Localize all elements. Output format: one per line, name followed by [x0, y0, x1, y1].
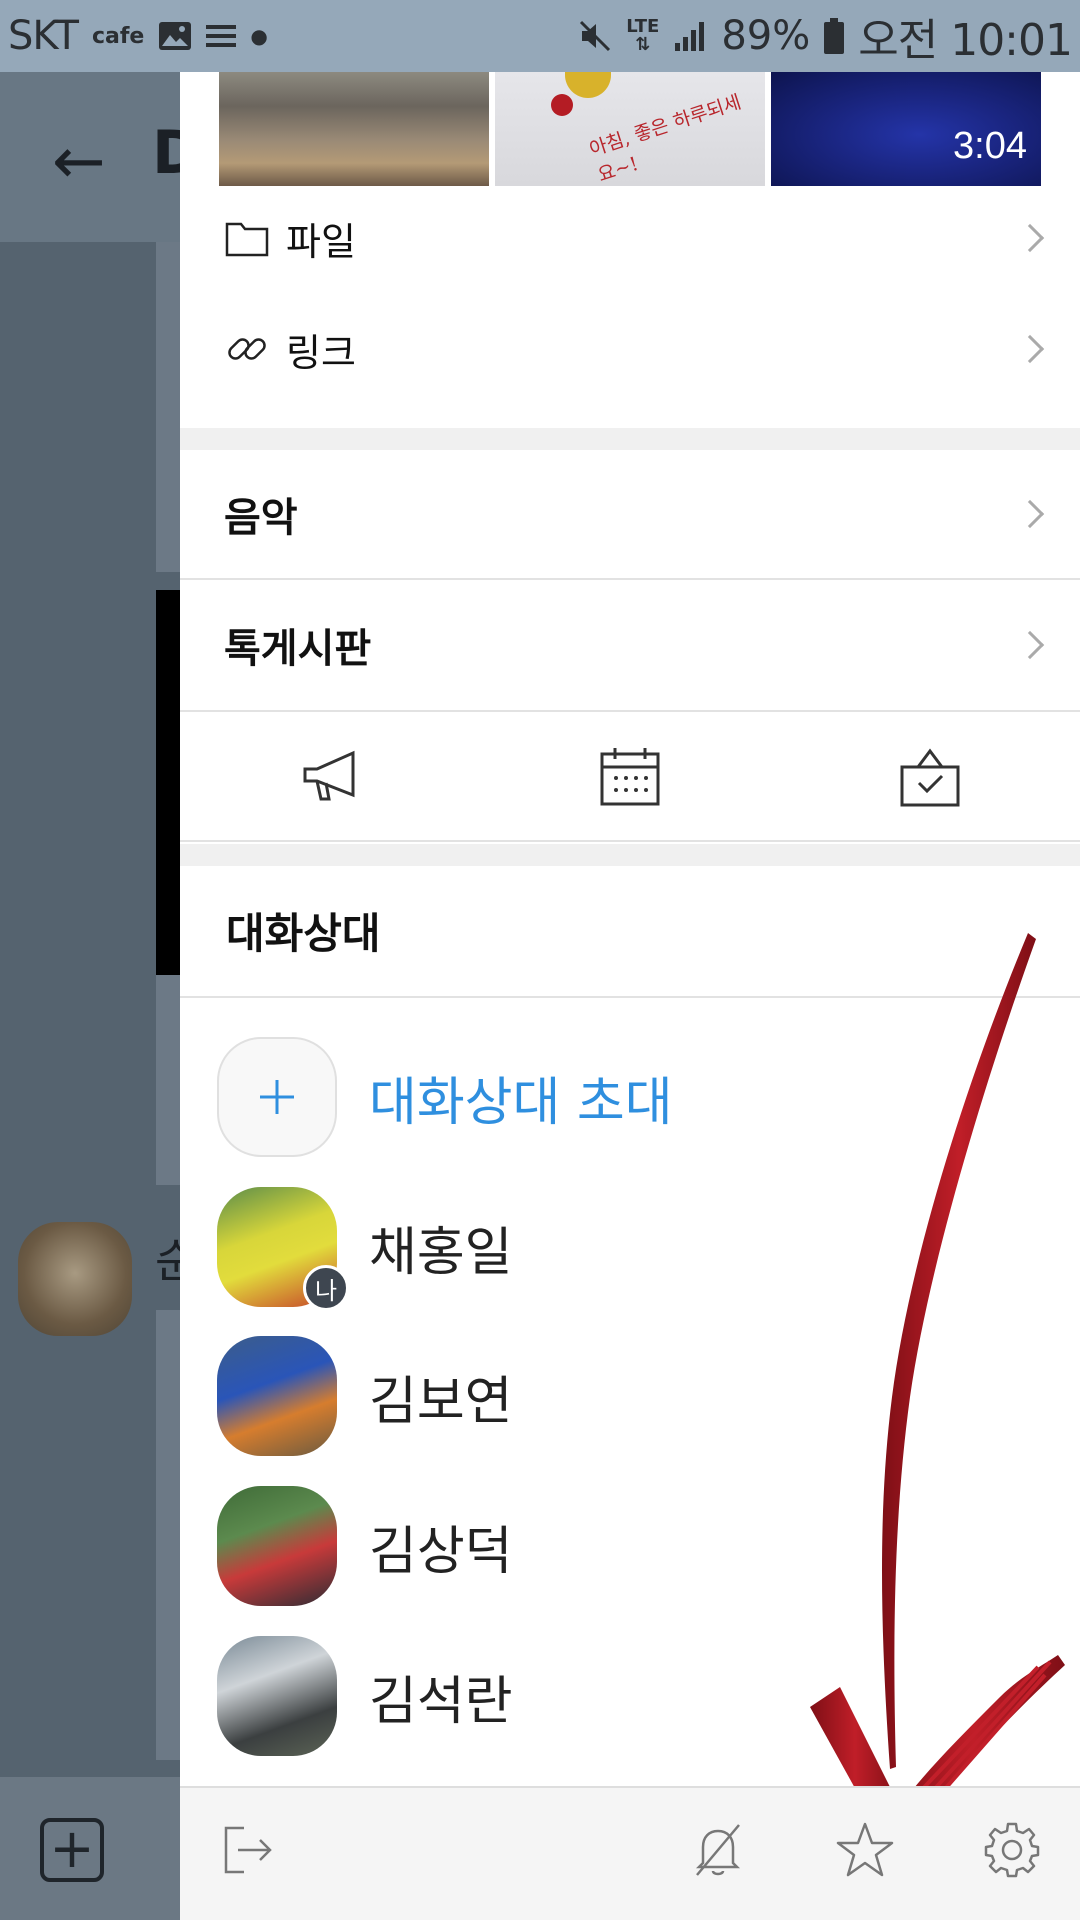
member-name: 김보연 [369, 1371, 513, 1432]
avatar [217, 1336, 337, 1456]
chevron-right-icon [1015, 223, 1045, 253]
avatar [217, 1636, 337, 1756]
menu-item-link-label: 링크 [286, 330, 356, 375]
member-name: 김석란 [369, 1671, 513, 1732]
vote-button[interactable] [780, 712, 1080, 840]
status-bar: SKT cafe ● LTE ⇅ 89% 오전 10:01 [0, 0, 1080, 72]
video-duration: 3:04 [953, 125, 1027, 167]
member-item[interactable]: 나 채홍일 [217, 1187, 1017, 1311]
cafe-label: cafe [91, 23, 145, 49]
signal-icon [675, 22, 705, 51]
member-name: 채홍일 [369, 1222, 513, 1283]
tool-row [180, 712, 1080, 842]
folder-icon [225, 222, 269, 257]
chat-room-drawer: 아침, 좋은 하루되세요~! 3:04 파일 링크 음악 톡게시판 대화상대 대… [180, 72, 1080, 1920]
avatar: 나 [217, 1187, 349, 1311]
menu-item-music[interactable]: 음악 [180, 450, 1080, 580]
back-arrow-icon[interactable]: ← [52, 125, 106, 199]
exit-icon [224, 1826, 272, 1874]
announcement-button[interactable] [180, 712, 480, 840]
invite-plus-icon [217, 1037, 337, 1157]
chevron-right-icon [1015, 630, 1045, 660]
invite-member-button[interactable]: 대화상대 초대 [217, 1037, 1017, 1157]
dot-icon: ● [250, 24, 268, 48]
invite-member-label: 대화상대 초대 [369, 1072, 673, 1133]
heart-icon [551, 94, 573, 116]
settings-button[interactable] [980, 1818, 1044, 1882]
drawer-bottom-bar [180, 1786, 1080, 1920]
menu-item-board[interactable]: 톡게시판 [180, 580, 1080, 712]
vote-icon [900, 748, 960, 807]
menu-item-link[interactable]: 링크 [180, 290, 1080, 408]
battery-percent: 89% [721, 13, 811, 59]
battery-icon [824, 18, 845, 54]
photo-thumbnail-seashore[interactable] [219, 72, 489, 186]
menu-item-board-label: 톡게시판 [224, 626, 372, 672]
members-section-title: 대화상대 [226, 909, 381, 958]
me-badge: 나 [303, 1265, 349, 1311]
background-sender-avatar [18, 1222, 132, 1336]
video-thumbnail[interactable]: 3:04 [771, 72, 1041, 186]
greeting-image-text: 아침, 좋은 하루되세요~! [586, 91, 744, 186]
photo-thumbnail-greeting[interactable]: 아침, 좋은 하루되세요~! [495, 72, 765, 186]
divider [180, 996, 1080, 998]
member-name: 김상덕 [369, 1521, 513, 1582]
menu-notification-icon [206, 25, 237, 47]
clock: 오전 10:01 [858, 15, 1073, 66]
avatar [217, 1486, 337, 1606]
member-item[interactable]: 김석란 [217, 1636, 1017, 1756]
announcement-icon [303, 750, 355, 801]
leave-chat-button[interactable] [216, 1818, 280, 1882]
favorite-button[interactable] [833, 1818, 897, 1882]
chevron-right-icon [1015, 334, 1045, 364]
member-item[interactable]: 김상덕 [217, 1486, 1017, 1606]
member-item[interactable]: 김보연 [217, 1336, 1017, 1456]
link-icon [228, 338, 266, 360]
chevron-right-icon [1015, 499, 1045, 529]
section-divider [180, 844, 1080, 866]
menu-item-file[interactable]: 파일 [180, 186, 1080, 290]
calendar-icon [600, 748, 660, 806]
lte-label: LTE ⇅ [626, 16, 660, 55]
settings-icon [984, 1822, 1040, 1878]
section-divider [180, 428, 1080, 450]
calendar-button[interactable] [480, 712, 780, 840]
star-icon [836, 1822, 894, 1877]
image-notification-icon [159, 22, 192, 50]
media-thumbnails: 아침, 좋은 하루되세요~! 3:04 [219, 72, 1041, 186]
menu-item-file-label: 파일 [286, 219, 356, 264]
notification-off-icon [695, 1824, 741, 1876]
mute-icon [580, 20, 611, 52]
attach-plus-icon[interactable]: + [40, 1818, 104, 1882]
notification-toggle-button[interactable] [686, 1818, 750, 1882]
menu-item-music-label: 음악 [224, 495, 298, 541]
carrier-label: SKT [8, 13, 79, 59]
